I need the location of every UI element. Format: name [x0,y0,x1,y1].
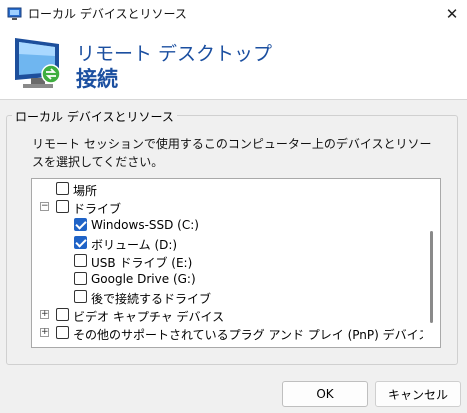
tree-item[interactable]: − ドライブ [32,198,422,216]
tree-item[interactable]: ボリューム (D:) [32,234,422,252]
tree-item-checkbox[interactable] [56,182,69,195]
title-bar: ローカル デバイスとリソース ✕ [0,0,467,28]
tree-item-label: ビデオ キャプチャ デバイス [73,310,225,324]
collapse-icon[interactable]: − [40,202,49,211]
ok-button[interactable]: OK [282,381,368,407]
tree-item-label: Windows-SSD (C:) [91,218,199,232]
tree-item[interactable]: + ビデオ キャプチャ デバイス [32,306,422,324]
tree-item[interactable]: 場所 [32,180,422,198]
expand-icon[interactable]: + [40,310,49,319]
tree-item-label: 後で接続するドライブ [91,292,212,306]
tree-item-checkbox[interactable] [56,326,69,339]
tree-item-label: Google Drive (G:) [91,272,196,286]
group-label: ローカル デバイスとリソース [12,108,177,125]
tree-item-checkbox[interactable] [74,254,87,267]
banner-subtitle: 接続 [76,67,118,91]
tree-item[interactable]: + その他のサポートされているプラグ アンド プレイ (PnP) デバイス [32,324,430,342]
tree-item[interactable]: 後で接続するドライブ [32,288,422,306]
remote-desktop-icon [7,7,22,20]
tree-item-checkbox[interactable] [74,236,87,249]
tree-item-label: 場所 [73,184,98,198]
tree-item-checkbox[interactable] [74,272,87,285]
header-banner: リモート デスクトップ 接続 [0,28,467,100]
tree-item-checkbox[interactable] [56,308,69,321]
cancel-button[interactable]: キャンセル [375,381,461,407]
tree-item-label: ドライブ [73,202,122,216]
tree-item-label: ボリューム (D:) [91,238,178,252]
tree-item-checkbox[interactable] [56,200,69,213]
tree-item-checkbox[interactable] [74,218,87,231]
tree-item-label: USB ドライブ (E:) [91,256,193,270]
group-description: リモート セッションで使用するこのコンピューター上のデバイスとリソースを選択して… [32,137,432,169]
window-title: ローカル デバイスとリソース [28,7,187,21]
tree-item[interactable]: Google Drive (G:) [32,270,422,288]
close-button[interactable]: ✕ [437,0,467,28]
tree-item-label: その他のサポートされているプラグ アンド プレイ (PnP) デバイス [73,328,431,342]
banner-title: リモート デスクトップ [76,43,273,65]
tree-scrollbar[interactable] [423,179,440,347]
scrollbar-thumb[interactable] [430,231,433,323]
tree-item[interactable]: USB ドライブ (E:) [32,252,422,270]
expand-icon[interactable]: + [40,328,49,337]
device-tree[interactable]: 場所 − ドライブ Windows-SSD (C:) ボリューム (D:) USB ドライ… [31,178,441,348]
tree-item-checkbox[interactable] [74,290,87,303]
tree-item[interactable]: Windows-SSD (C:) [32,216,422,234]
monitor-icon [15,38,61,88]
